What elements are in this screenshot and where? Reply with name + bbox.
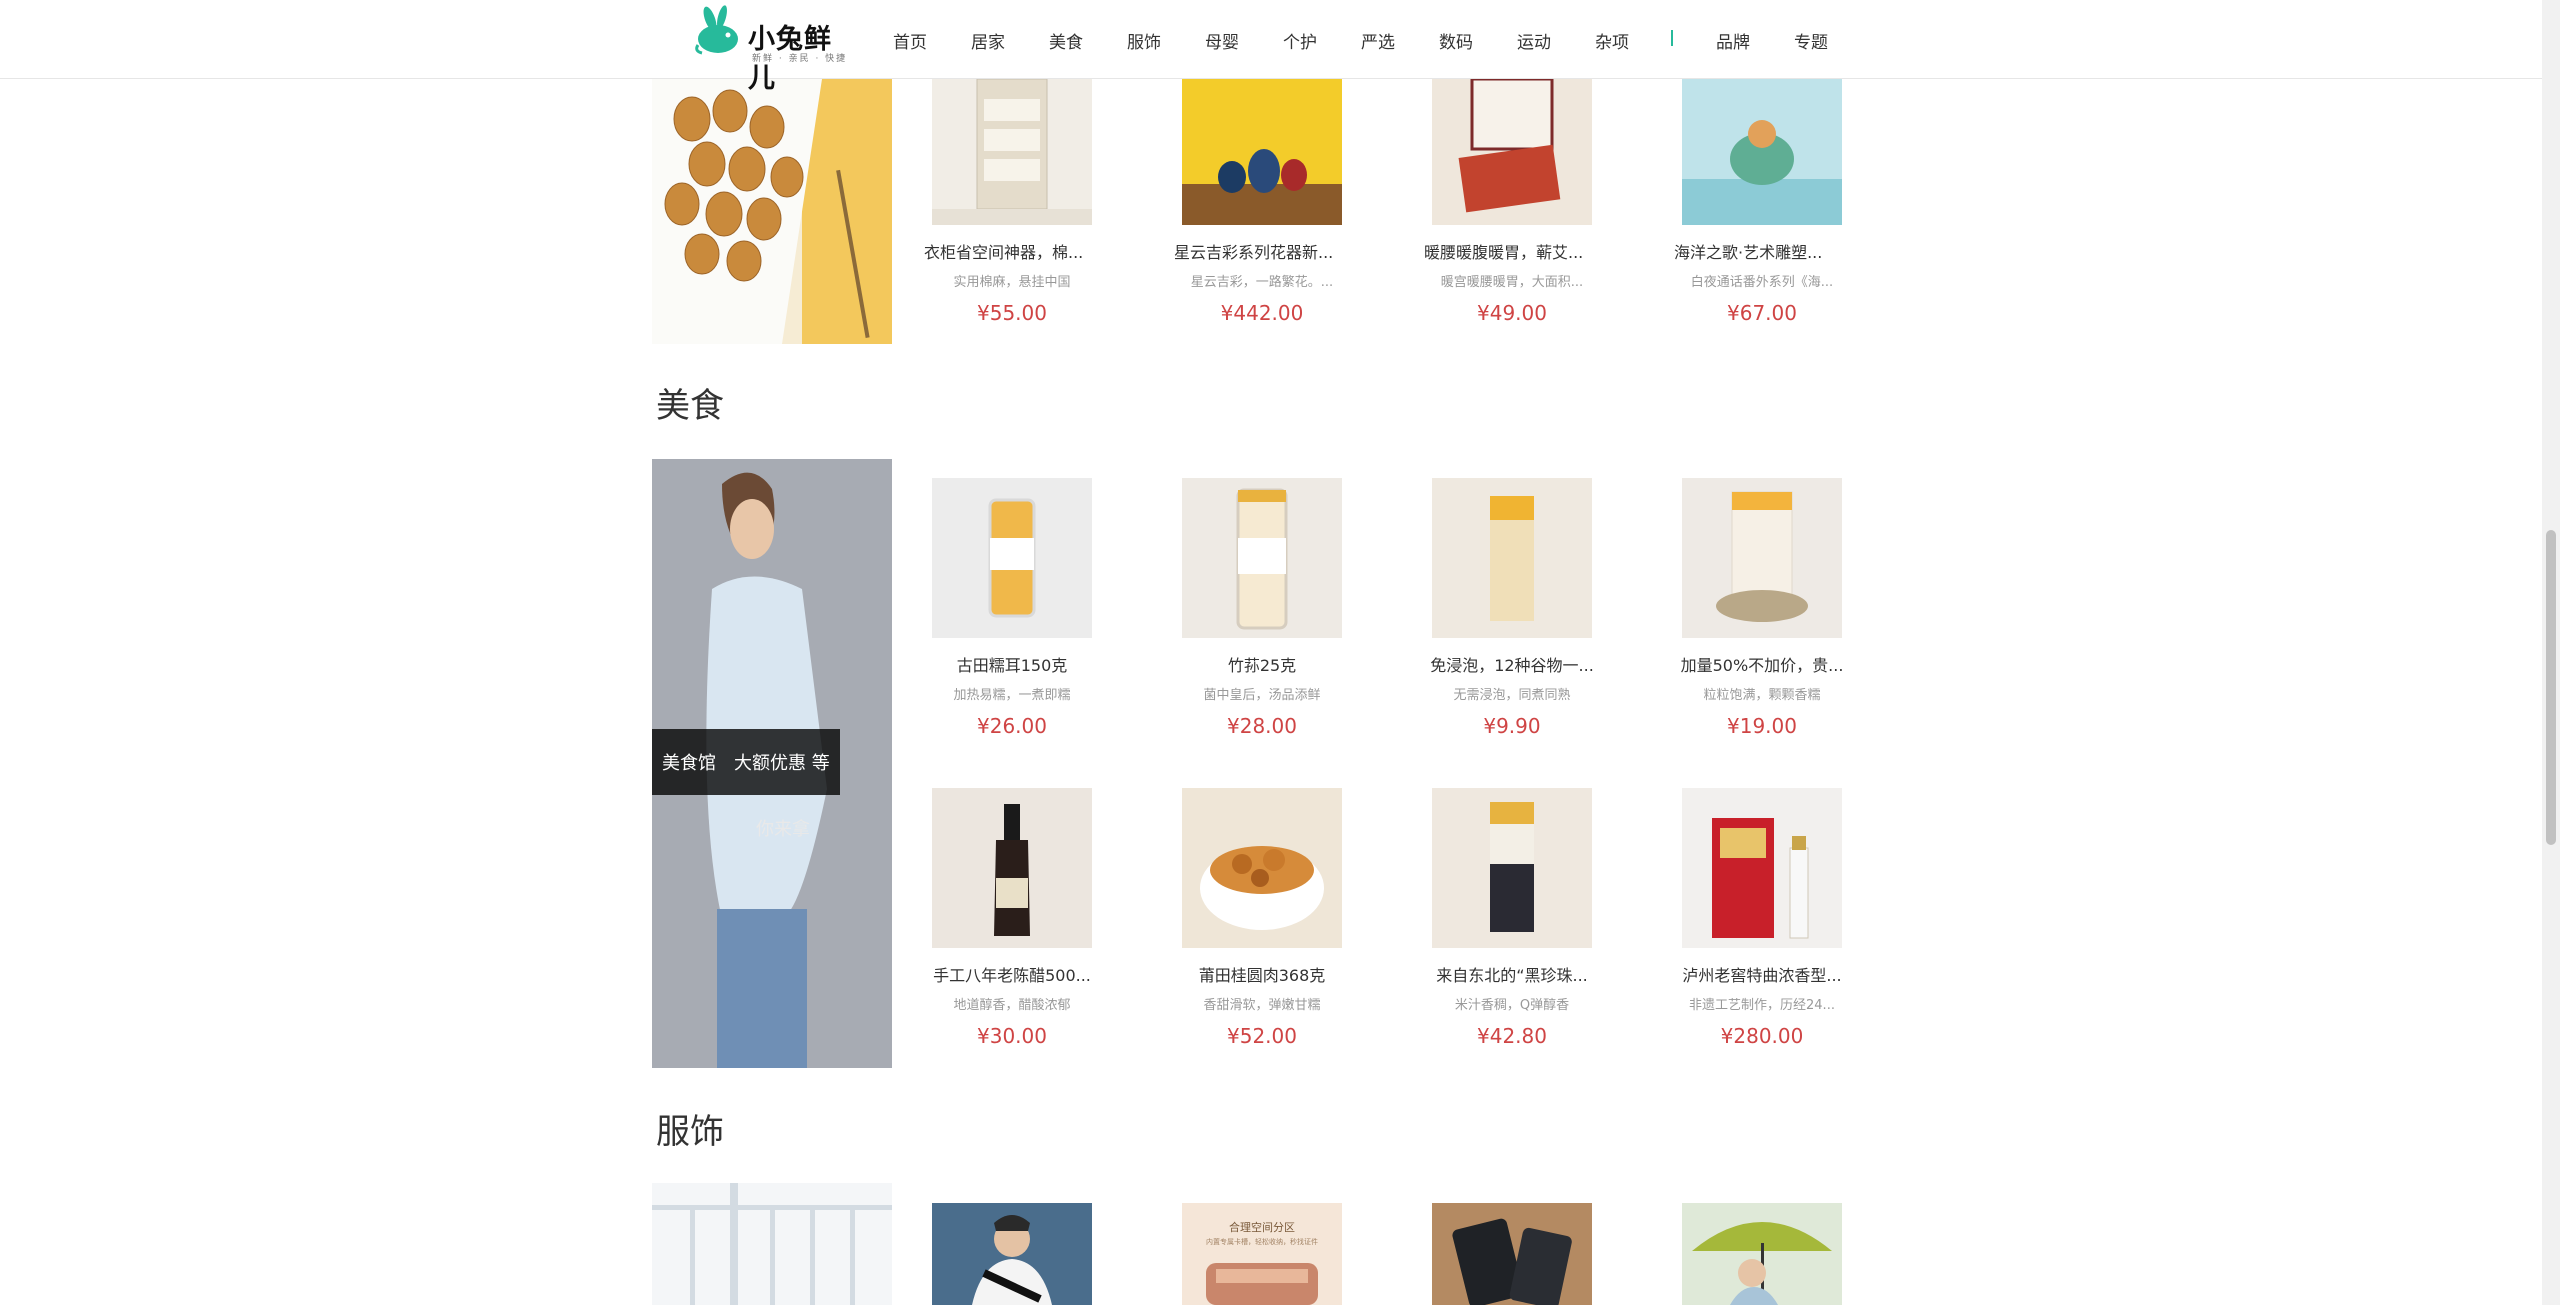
nav-clothing[interactable]: 服饰 <box>1127 28 1161 53</box>
page: 小兔鲜儿 新鲜 · 亲民 · 快捷 首页 居家 美食 服饰 母婴 个护 严选 数… <box>0 0 2560 1305</box>
product-desc: 星云吉彩，一路繁花。... <box>1190 275 1334 290</box>
product-image <box>1682 1203 1842 1305</box>
clothing-banner[interactable] <box>652 1183 892 1305</box>
product-image <box>1682 788 1842 948</box>
product-card[interactable]: 合理空间分区 内置专属卡槽，轻松收纳，秒找证件 <box>1174 1203 1350 1305</box>
nav-misc[interactable]: 杂项 <box>1595 28 1629 53</box>
product-name: 暖腰暖腹暖胃，蕲艾... <box>1424 243 1584 262</box>
product-price: ¥28.00 <box>1227 714 1297 738</box>
section-title-clothing: 服饰 <box>656 1112 724 1152</box>
product-name: 竹荪25克 <box>1227 656 1297 675</box>
product-desc: 实用棉麻，悬挂中国 <box>953 275 1071 290</box>
product-card[interactable]: 免浸泡，12种谷物一... 无需浸泡，同煮同熟 ¥9.90 <box>1424 478 1600 758</box>
product-price: ¥19.00 <box>1727 714 1797 738</box>
product-name: 海洋之歌·艺术雕塑... <box>1674 243 1823 262</box>
product-image <box>932 1203 1092 1305</box>
product-image <box>1432 1203 1592 1305</box>
product-price: ¥42.80 <box>1477 1024 1547 1048</box>
food-banner-label-b: 大额优惠 等 <box>734 753 830 774</box>
product-desc: 加热易糯，一煮即糯 <box>953 688 1071 703</box>
nav-personal-care[interactable]: 个护 <box>1283 28 1317 53</box>
section-title-food: 美食 <box>656 386 724 426</box>
nav-sports[interactable]: 运动 <box>1517 28 1551 53</box>
product-image <box>932 478 1092 638</box>
product-card[interactable] <box>1424 1203 1600 1305</box>
product-price: ¥67.00 <box>1727 301 1797 325</box>
logo-tagline: 新鲜 · 亲民 · 快捷 <box>752 54 848 64</box>
product-name: 古田糯耳150克 <box>956 656 1068 675</box>
product-price: ¥442.00 <box>1220 301 1304 325</box>
product-desc: 香甜滑软，弹嫩甘糯 <box>1203 998 1321 1013</box>
nav-digital[interactable]: 数码 <box>1439 28 1473 53</box>
product-name: 免浸泡，12种谷物一... <box>1430 656 1594 675</box>
product-image <box>932 79 1092 225</box>
nav-brand[interactable]: 品牌 <box>1716 28 1750 53</box>
product-card[interactable]: 星云吉彩系列花器新... 星云吉彩，一路繁花。... ¥442.00 <box>1174 65 1350 345</box>
product-card[interactable]: 来自东北的“黑珍珠... 米汁香稠，Q弹醇香 ¥42.80 <box>1424 788 1600 1068</box>
product-price: ¥55.00 <box>977 301 1047 325</box>
product-name: 莆田桂圆肉368克 <box>1198 966 1326 985</box>
product-price: ¥52.00 <box>1227 1024 1297 1048</box>
product-image <box>1182 478 1342 638</box>
product-card[interactable]: 竹荪25克 菌中皇后，汤品添鲜 ¥28.00 <box>1174 478 1350 758</box>
food-banner-label-a: 美食馆 <box>662 753 716 774</box>
product-desc: 无需浸泡，同煮同熟 <box>1453 688 1571 703</box>
nav-selected[interactable]: 严选 <box>1361 28 1395 53</box>
product-image <box>1432 79 1592 225</box>
product-image <box>1682 478 1842 638</box>
product-image <box>1182 79 1342 225</box>
nav-home[interactable]: 首页 <box>893 28 927 53</box>
product-card[interactable] <box>1674 1203 1850 1305</box>
product-name: 泸州老窖特曲浓香型... <box>1682 966 1842 985</box>
top-header: 小兔鲜儿 新鲜 · 亲民 · 快捷 首页 居家 美食 服饰 母婴 个护 严选 数… <box>0 0 2542 94</box>
product-card[interactable] <box>924 1203 1100 1305</box>
product-name: 加量50%不加价，贵... <box>1680 656 1844 675</box>
product-desc: 暖宫暖腰暖胃，大面积... <box>1440 275 1584 290</box>
product-price: ¥26.00 <box>977 714 1047 738</box>
product-price: ¥280.00 <box>1720 1024 1804 1048</box>
product-desc: 非遗工艺制作，历经24... <box>1689 998 1835 1013</box>
banner-image <box>652 1183 892 1305</box>
scrollbar-thumb[interactable] <box>2546 530 2556 845</box>
product-card[interactable]: 莆田桂圆肉368克 香甜滑软，弹嫩甘糯 ¥52.00 <box>1174 788 1350 1068</box>
product-card[interactable]: 古田糯耳150克 加热易糯，一煮即糯 ¥26.00 <box>924 478 1100 758</box>
food-banner-label: 美食馆 大额优惠 等 <box>652 729 840 795</box>
rabbit-logo-icon <box>695 5 738 55</box>
nav-baby[interactable]: 母婴 <box>1205 28 1239 53</box>
product-card[interactable]: 泸州老窖特曲浓香型... 非遗工艺制作，历经24... ¥280.00 <box>1674 788 1850 1068</box>
product-image: 合理空间分区 内置专属卡槽，轻松收纳，秒找证件 <box>1182 1203 1342 1305</box>
product-desc: 米汁香稠，Q弹醇香 <box>1454 998 1570 1013</box>
product-card[interactable]: 加量50%不加价，贵... 粒粒饱满，颗颗香糯 ¥19.00 <box>1674 478 1850 758</box>
product-card[interactable]: 手工八年老陈醋500... 地道醇香，醋酸浓郁 ¥30.00 <box>924 788 1100 1068</box>
product-name: 星云吉彩系列花器新... <box>1174 243 1334 262</box>
product-price: ¥9.90 <box>1483 714 1541 738</box>
product-card[interactable]: 海洋之歌·艺术雕塑... 白夜通话番外系列《海... ¥67.00 <box>1674 65 1850 345</box>
product-card[interactable]: 暖腰暖腹暖胃，蕲艾... 暖宫暖腰暖胃，大面积... ¥49.00 <box>1424 65 1600 345</box>
product-card[interactable]: 衣柜省空间神器，棉... 实用棉麻，悬挂中国 ¥55.00 <box>924 65 1100 345</box>
food-banner-subtext: 你来拿 <box>756 819 810 840</box>
nav-topic[interactable]: 专题 <box>1794 28 1828 53</box>
product-name: 来自东北的“黑珍珠... <box>1436 966 1588 985</box>
product-image <box>1682 79 1842 225</box>
product-image <box>1432 478 1592 638</box>
product-price: ¥49.00 <box>1477 301 1547 325</box>
home-banner[interactable] <box>652 79 892 344</box>
product-desc: 地道醇香，醋酸浓郁 <box>953 998 1071 1013</box>
nav-food[interactable]: 美食 <box>1049 28 1083 53</box>
banner-image <box>652 79 892 344</box>
product-image <box>1182 788 1342 948</box>
product-image <box>1432 788 1592 948</box>
product-name: 手工八年老陈醋500... <box>933 966 1091 985</box>
product-desc: 白夜通话番外系列《海... <box>1690 275 1834 290</box>
nav-home-living[interactable]: 居家 <box>971 28 1005 53</box>
product-price: ¥30.00 <box>977 1024 1047 1048</box>
logo[interactable]: 小兔鲜儿 新鲜 · 亲民 · 快捷 <box>692 5 852 94</box>
product-name: 衣柜省空间神器，棉... <box>924 243 1084 262</box>
nav-divider <box>1671 30 1673 46</box>
vertical-scrollbar[interactable] <box>2542 0 2560 1305</box>
product-desc: 菌中皇后，汤品添鲜 <box>1203 688 1321 703</box>
product-desc: 粒粒饱满，颗颗香糯 <box>1703 688 1821 703</box>
food-banner[interactable]: 美食馆 大额优惠 等 你来拿 <box>652 459 892 1068</box>
product-image <box>932 788 1092 948</box>
